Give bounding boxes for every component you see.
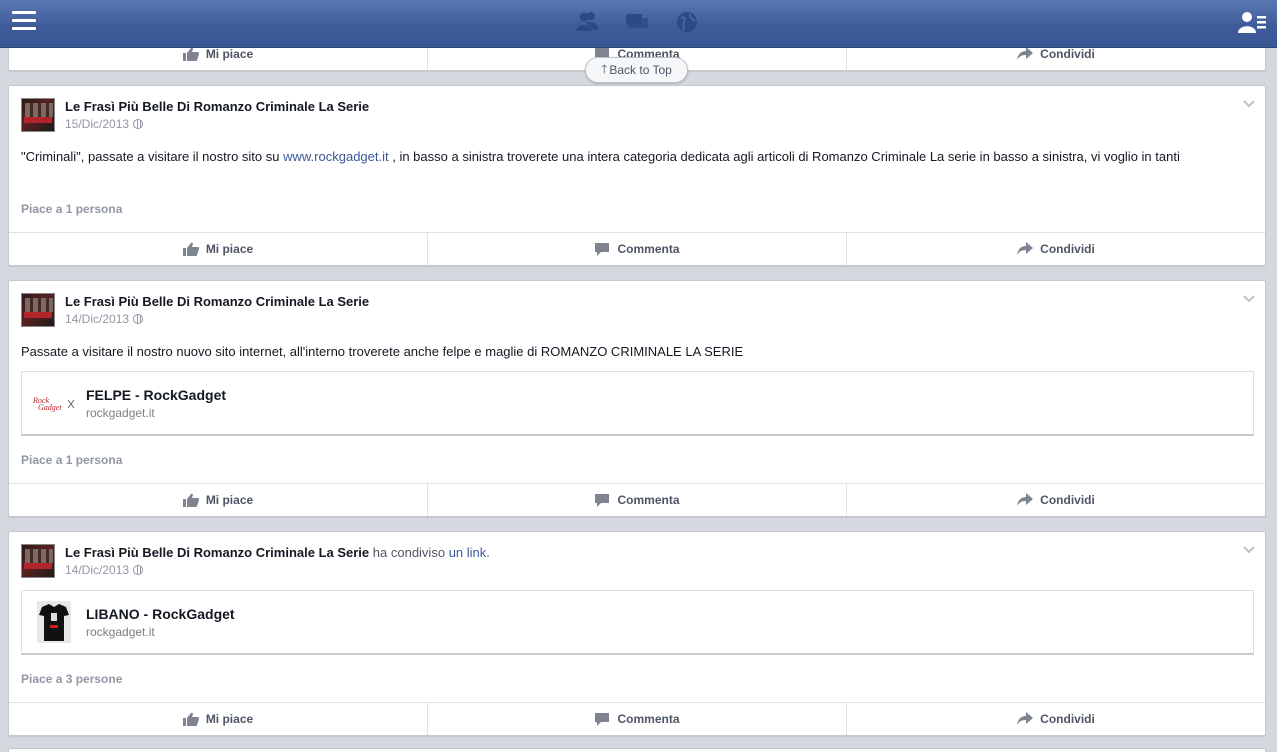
post-text: Passate a visitare il nostro nuovo sito … <box>21 344 744 359</box>
back-to-top-button[interactable]: 🡑 Back to Top <box>585 57 688 83</box>
shared-prefix: ha condiviso <box>372 545 446 560</box>
friend-requests-icon[interactable] <box>1238 9 1266 35</box>
menu-icon[interactable] <box>12 11 36 31</box>
share-button[interactable]: Condividi <box>847 484 1265 516</box>
arrow-up-icon: 🡑 <box>601 61 608 76</box>
post-text: "Criminali", passate a visitare il nostr… <box>21 148 1255 166</box>
post-card: Le Frasì Più Belle Di Romanzo Criminale … <box>8 280 1266 517</box>
page-avatar[interactable] <box>21 98 55 132</box>
comment-label: Commenta <box>617 493 680 507</box>
public-globe-icon <box>133 314 144 324</box>
author-name[interactable]: Le Frasì Più Belle Di Romanzo Criminale … <box>65 545 369 560</box>
thumbs-up-icon <box>182 712 199 726</box>
share-label: Condividi <box>1040 242 1095 256</box>
link-title: LIBANO - RockGadget <box>86 606 235 622</box>
like-label: Mi piace <box>205 47 254 61</box>
post-meta: 14/Dic/2013 <box>65 563 144 577</box>
thumbs-up-icon <box>182 47 199 61</box>
comment-button[interactable]: Commenta <box>428 233 847 265</box>
chevron-down-icon[interactable] <box>1243 295 1255 303</box>
share-button[interactable]: Condividi <box>847 703 1265 735</box>
share-icon <box>1017 712 1034 725</box>
public-globe-icon <box>133 565 144 575</box>
comment-button[interactable]: Commenta <box>428 484 847 516</box>
comment-label: Commenta <box>617 712 680 726</box>
top-navigation-bar <box>0 0 1277 48</box>
post-card: Le Frasì Più Belle Di Romanzo Criminale … <box>8 85 1266 266</box>
link-domain: rockgadget.it <box>86 406 155 420</box>
share-label: Condividi <box>1040 493 1095 507</box>
comment-icon <box>595 494 610 507</box>
notifications-globe-icon[interactable] <box>674 9 700 35</box>
link-domain: rockgadget.it <box>86 625 155 639</box>
comment-label: Commenta <box>617 242 680 256</box>
comment-button[interactable]: Commenta <box>428 703 847 735</box>
likes-count[interactable]: Piace a 1 persona <box>21 202 122 216</box>
post-card: Le Frasì Più Belle Di Romanzo Criminale … <box>8 531 1266 736</box>
post-card-partial <box>8 748 1266 752</box>
top-icons <box>574 9 700 35</box>
post-date[interactable]: 15/Dic/2013 <box>65 117 129 131</box>
post-meta: 15/Dic/2013 <box>65 117 144 131</box>
post-author[interactable]: Le Frasì Più Belle Di Romanzo Criminale … <box>65 294 369 309</box>
comment-icon <box>595 243 610 256</box>
post-author: Le Frasì Più Belle Di Romanzo Criminale … <box>65 545 490 560</box>
public-globe-icon <box>133 119 144 129</box>
post-text-part: , in basso a sinistra troverete una inte… <box>388 149 1180 164</box>
like-label: Mi piace <box>205 712 254 726</box>
likes-count[interactable]: Piace a 3 persone <box>21 672 122 686</box>
shared-info: ha condiviso un link. <box>373 545 490 560</box>
friends-icon[interactable] <box>574 9 600 35</box>
page-avatar[interactable] <box>21 544 55 578</box>
messages-icon[interactable] <box>624 9 650 35</box>
like-button[interactable]: Mi piace <box>9 484 428 516</box>
share-button[interactable]: Condividi <box>847 233 1265 265</box>
page-avatar[interactable] <box>21 293 55 327</box>
like-button[interactable]: Mi piace <box>9 703 428 735</box>
post-actions: Mi piace Commenta Condividi <box>9 232 1265 265</box>
link-preview[interactable]: LIBANO - RockGadget rockgadget.it <box>21 590 1254 655</box>
back-to-top-label: Back to Top <box>609 63 672 77</box>
thumbs-up-icon <box>182 493 199 507</box>
tshirt-thumbnail <box>32 601 76 643</box>
link-preview[interactable]: Rock Gadget FELPE - RockGadget rockgadget… <box>21 371 1254 436</box>
post-author[interactable]: Le Frasì Più Belle Di Romanzo Criminale … <box>65 99 369 114</box>
share-label: Condividi <box>1040 47 1095 61</box>
thumbs-up-icon <box>182 242 199 256</box>
svg-text:Gadget: Gadget <box>38 403 62 412</box>
likes-count[interactable]: Piace a 1 persona <box>21 453 122 467</box>
share-icon <box>1017 47 1034 60</box>
post-actions: Mi piace Commenta Condividi <box>9 483 1265 516</box>
like-label: Mi piace <box>205 242 254 256</box>
post-link[interactable]: www.rockgadget.it <box>283 149 389 164</box>
post-date[interactable]: 14/Dic/2013 <box>65 563 129 577</box>
shared-link[interactable]: un link. <box>449 545 490 560</box>
like-label: Mi piace <box>205 493 254 507</box>
share-label: Condividi <box>1040 712 1095 726</box>
chevron-down-icon[interactable] <box>1243 100 1255 108</box>
chevron-down-icon[interactable] <box>1243 546 1255 554</box>
post-actions: Mi piace Commenta Condividi <box>9 702 1265 735</box>
post-meta: 14/Dic/2013 <box>65 312 144 326</box>
link-title: FELPE - RockGadget <box>86 387 227 403</box>
post-text-part: "Criminali", passate a visitare il nostr… <box>21 149 284 164</box>
like-button[interactable]: Mi piace <box>9 233 428 265</box>
post-date[interactable]: 14/Dic/2013 <box>65 312 129 326</box>
share-icon <box>1017 242 1034 255</box>
rockgadget-logo: Rock Gadget <box>32 382 76 424</box>
share-icon <box>1017 493 1034 506</box>
comment-icon <box>595 713 610 726</box>
